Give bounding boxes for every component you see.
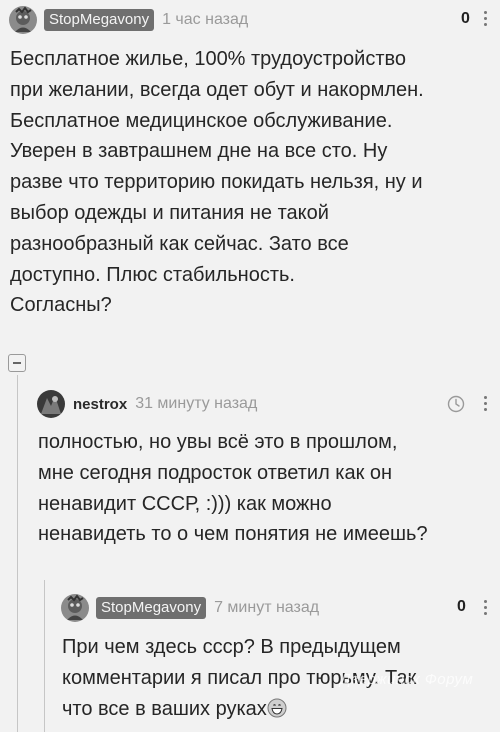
- vertical-dots-icon[interactable]: [484, 600, 487, 618]
- comment-rating: 0: [457, 598, 466, 615]
- author-name[interactable]: StopMegavony: [44, 9, 155, 31]
- watermark: Дзержинск Форум: [340, 671, 474, 688]
- thread-line[interactable]: [44, 580, 45, 732]
- author-name[interactable]: StopMegavony: [96, 597, 207, 619]
- comment-3-header: StopMegavony 7 минут назад: [61, 594, 319, 622]
- avatar-image: [37, 390, 65, 418]
- avatar[interactable]: [61, 594, 89, 622]
- avatar-image: [9, 6, 37, 34]
- thread-line[interactable]: [17, 375, 18, 732]
- avatar-image: [61, 594, 89, 622]
- comment-text: Бесплатное жилье, 100% трудоустройство п…: [10, 48, 424, 317]
- comment-rating: 0: [461, 10, 470, 27]
- vertical-dots-icon[interactable]: [484, 396, 487, 414]
- comment-time[interactable]: 1 час назад: [162, 11, 248, 29]
- clock-icon[interactable]: [447, 395, 465, 413]
- author-name[interactable]: nestrox: [73, 396, 127, 413]
- avatar[interactable]: [9, 6, 37, 34]
- comment-text: полностью, но увы всё это в прошлом, мне…: [38, 431, 428, 546]
- grinning-face-icon: [267, 698, 287, 718]
- comment-time[interactable]: 7 минут назад: [214, 599, 319, 617]
- comment-time[interactable]: 31 минуту назад: [135, 395, 257, 413]
- comment-1-header: StopMegavony 1 час назад: [9, 6, 248, 34]
- vertical-dots-icon[interactable]: [484, 11, 487, 29]
- comment-2-header: nestrox 31 минуту назад: [37, 390, 257, 418]
- minus-square-icon[interactable]: [8, 354, 26, 372]
- avatar[interactable]: [37, 390, 65, 418]
